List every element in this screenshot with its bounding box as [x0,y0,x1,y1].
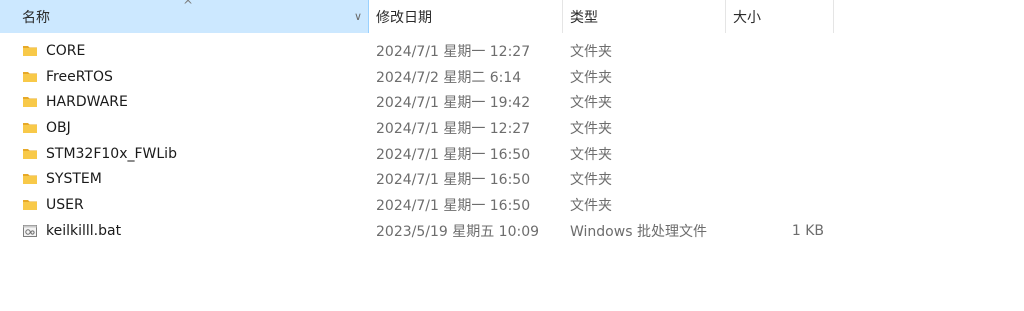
column-header-size-label: 大小 [733,9,761,26]
file-row[interactable]: USER 2024/7/1 星期一 16:50 文件夹 [0,192,1024,218]
folder-icon [22,146,38,162]
file-type: 文件夹 [570,43,612,60]
file-type: 文件夹 [570,69,612,86]
file-type: 文件夹 [570,197,612,214]
folder-icon [22,120,38,136]
file-name-cell: STM32F10x_FWLib [22,141,362,167]
file-type: 文件夹 [570,95,612,112]
column-header-date-label: 修改日期 [376,9,432,26]
folder-icon [22,197,38,213]
file-date: 2024/7/1 星期一 16:50 [376,197,531,214]
file-date: 2023/5/19 星期五 10:09 [376,223,540,240]
file-size: 1 KB [791,222,824,239]
file-name: STM32F10x_FWLib [46,145,177,162]
file-row[interactable]: HARDWARE 2024/7/1 星期一 19:42 文件夹 [0,89,1024,115]
file-row[interactable]: FreeRTOS 2024/7/2 星期二 6:14 文件夹 [0,64,1024,90]
file-row[interactable]: keilkilll.bat 2023/5/19 星期五 10:09 Window… [0,218,1024,244]
file-size [726,89,824,115]
folder-icon [22,94,38,110]
file-name: USER [46,196,84,213]
file-date: 2024/7/1 星期一 19:42 [376,95,531,112]
file-size [726,192,824,218]
file-type: Windows 批处理文件 [570,223,707,240]
file-size [726,38,824,64]
file-explorer: 名称 ^ ∨ 修改日期 类型 大小 CORE 2024/7/1 星期一 12:2… [0,0,1024,311]
file-date: 2024/7/2 星期二 6:14 [376,69,522,86]
file-name-cell: USER [22,192,362,218]
column-header-name-label: 名称 [22,9,50,26]
file-name: CORE [46,42,86,59]
column-header-type-label: 类型 [570,9,598,26]
file-row[interactable]: SYSTEM 2024/7/1 星期一 16:50 文件夹 [0,166,1024,192]
file-name: OBJ [46,119,71,136]
file-row[interactable]: STM32F10x_FWLib 2024/7/1 星期一 16:50 文件夹 [0,141,1024,167]
folder-icon [22,43,38,59]
file-name: SYSTEM [46,171,102,188]
folder-icon [22,69,38,85]
batch-file-icon [22,223,38,239]
file-row[interactable]: CORE 2024/7/1 星期一 12:27 文件夹 [0,38,1024,64]
file-name-cell: HARDWARE [22,89,362,115]
file-date: 2024/7/1 星期一 12:27 [376,43,531,60]
file-type: 文件夹 [570,120,612,137]
column-header-name[interactable]: 名称 ^ ∨ [0,0,369,33]
column-header-bar: 名称 ^ ∨ 修改日期 类型 大小 [0,0,1024,33]
file-size [726,141,824,167]
file-type: 文件夹 [570,146,612,163]
file-name-cell: CORE [22,38,362,64]
file-name-cell: keilkilll.bat [22,218,362,244]
file-list: CORE 2024/7/1 星期一 12:27 文件夹 FreeRTOS 202… [0,38,1024,244]
file-date: 2024/7/1 星期一 16:50 [376,146,531,163]
column-header-date[interactable]: 修改日期 [369,0,563,33]
file-name-cell: FreeRTOS [22,64,362,90]
file-name: HARDWARE [46,94,128,111]
file-name-cell: SYSTEM [22,166,362,192]
file-name-cell: OBJ [22,115,362,141]
file-name: keilkilll.bat [46,222,122,239]
file-date: 2024/7/1 星期一 12:27 [376,120,531,137]
column-header-size[interactable]: 大小 [726,0,834,33]
file-name: FreeRTOS [46,68,113,85]
folder-icon [22,171,38,187]
file-size [726,64,824,90]
file-type: 文件夹 [570,172,612,189]
file-row[interactable]: OBJ 2024/7/1 星期一 12:27 文件夹 [0,115,1024,141]
sort-ascending-icon: ^ [183,0,194,12]
column-header-type[interactable]: 类型 [563,0,726,33]
file-size [726,115,824,141]
file-size [726,166,824,192]
file-date: 2024/7/1 星期一 16:50 [376,172,531,189]
column-filter-dropdown-icon[interactable]: ∨ [354,10,362,23]
